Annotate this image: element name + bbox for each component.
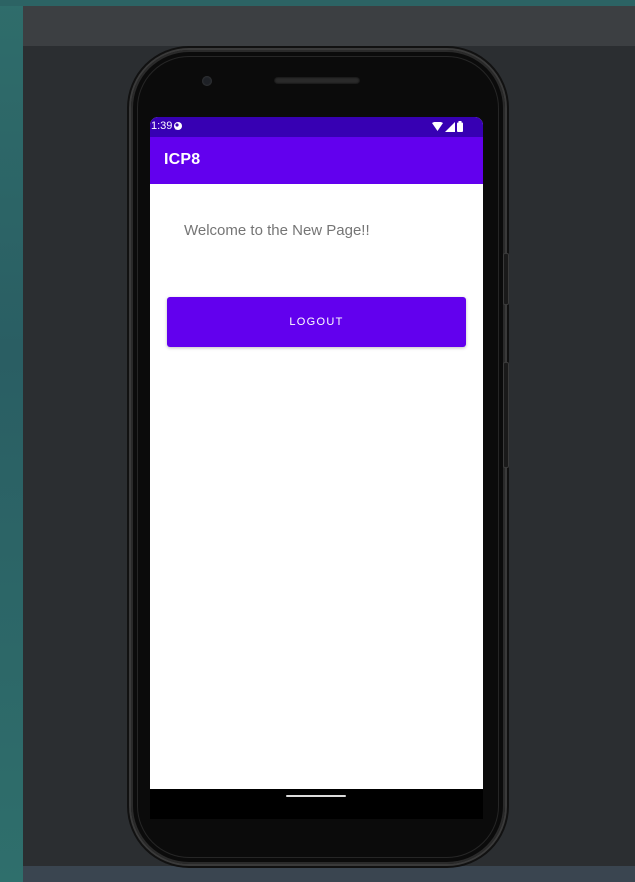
power-button[interactable] [503, 253, 509, 305]
ide-left-strip [0, 0, 23, 882]
status-icons [432, 121, 463, 135]
earpiece-speaker [274, 77, 360, 84]
wifi-icon [432, 121, 443, 135]
app-bar: ICP8 [150, 137, 483, 184]
ide-bottom-strip [23, 866, 635, 882]
status-bar: 1:39 [150, 117, 483, 137]
emulator-window: 1:39 ICP8 Welcome to the New Page!! LOGO… [0, 0, 635, 882]
welcome-text: Welcome to the New Page!! [184, 222, 370, 239]
app-title: ICP8 [164, 151, 201, 168]
front-camera [202, 76, 212, 86]
notification-icon [173, 121, 183, 134]
home-gesture-handle[interactable] [286, 795, 346, 797]
status-time: 1:39 [151, 120, 173, 132]
signal-icon [445, 121, 455, 135]
logout-button[interactable]: LOGOUT [167, 297, 466, 347]
emulator-toolbar [23, 6, 635, 46]
device-screen: 1:39 ICP8 Welcome to the New Page!! LOGO… [150, 117, 483, 789]
navigation-bar [150, 789, 483, 819]
battery-icon [457, 121, 463, 135]
volume-button[interactable] [503, 362, 509, 468]
